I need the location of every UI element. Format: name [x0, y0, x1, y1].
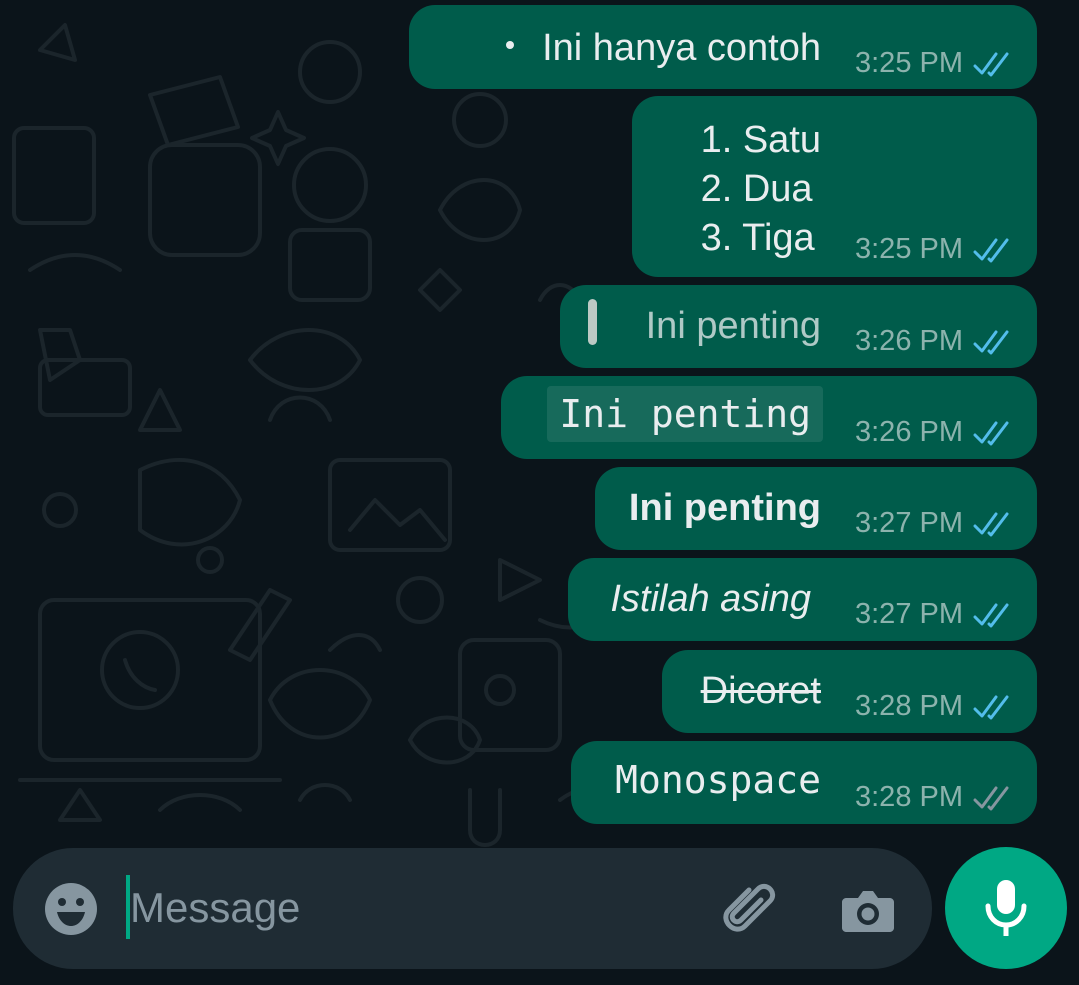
message-meta: 3:28 PM: [855, 781, 1017, 814]
message-text: Monospace: [615, 758, 821, 802]
message-bubble[interactable]: Dicoret 3:28 PM: [662, 650, 1037, 733]
list-item: 1. Satu: [700, 119, 821, 161]
message-bubble[interactable]: Ini penting 3:26 PM: [560, 285, 1037, 368]
read-ticks-icon: [973, 238, 1009, 262]
message-composer: [13, 848, 932, 969]
read-ticks-icon: [973, 603, 1009, 627]
message-time: 3:27 PM: [855, 598, 963, 630]
message-time: 3:27 PM: [855, 507, 963, 539]
message-meta: 3:25 PM: [855, 233, 1017, 266]
message-bubble[interactable]: Monospace 3:28 PM: [571, 741, 1037, 824]
message-meta: 3:26 PM: [855, 325, 1017, 358]
message-text: Ini penting: [628, 487, 821, 529]
delivered-ticks-icon: [973, 786, 1009, 810]
message-meta: 3:26 PM: [855, 416, 1017, 449]
message-time: 3:28 PM: [855, 690, 963, 722]
inline-code-text: Ini penting: [547, 386, 823, 442]
camera-icon[interactable]: [838, 880, 898, 940]
message-bubble[interactable]: Istilah asing 3:27 PM: [568, 558, 1037, 641]
read-ticks-icon: [973, 421, 1009, 445]
message-time: 3:25 PM: [855, 233, 963, 265]
message-meta: 3:28 PM: [855, 690, 1017, 723]
microphone-icon: [985, 880, 1027, 936]
message-text-content: Ini hanya contoh: [542, 27, 821, 69]
list-item: 3. Tiga: [700, 217, 815, 259]
read-ticks-icon: [973, 52, 1009, 76]
quote-bar: [588, 299, 597, 345]
message-bubble[interactable]: Ini penting 3:26 PM: [501, 376, 1037, 459]
message-time: 3:25 PM: [855, 47, 963, 79]
read-ticks-icon: [973, 512, 1009, 536]
message-text: 1. Satu 2. Dua 3. Tiga: [701, 116, 821, 263]
message-text: Ini penting: [645, 305, 821, 347]
voice-message-button[interactable]: [945, 847, 1067, 969]
message-time: 3:26 PM: [855, 325, 963, 357]
bullet-point: [506, 40, 515, 49]
message-bubble[interactable]: 1. Satu 2. Dua 3. Tiga 3:25 PM: [632, 96, 1037, 277]
emoji-icon[interactable]: [43, 881, 99, 937]
message-meta: 3:27 PM: [855, 598, 1017, 631]
message-meta: 3:27 PM: [855, 507, 1017, 540]
message-input[interactable]: [130, 870, 690, 946]
message-bubble[interactable]: Ini hanya contoh 3:25 PM: [409, 5, 1037, 89]
message-text: Ini hanya contoh: [506, 29, 821, 67]
read-ticks-icon: [973, 330, 1009, 354]
message-text: Istilah asing: [610, 578, 811, 620]
read-ticks-icon: [973, 695, 1009, 719]
message-text: Dicoret: [700, 670, 821, 712]
message-bubble[interactable]: Ini penting 3:27 PM: [595, 467, 1037, 550]
message-time: 3:26 PM: [855, 416, 963, 448]
message-time: 3:28 PM: [855, 781, 963, 813]
paperclip-icon[interactable]: [721, 880, 781, 940]
message-meta: 3:25 PM: [855, 47, 1017, 80]
list-item: 2. Dua: [700, 168, 813, 210]
